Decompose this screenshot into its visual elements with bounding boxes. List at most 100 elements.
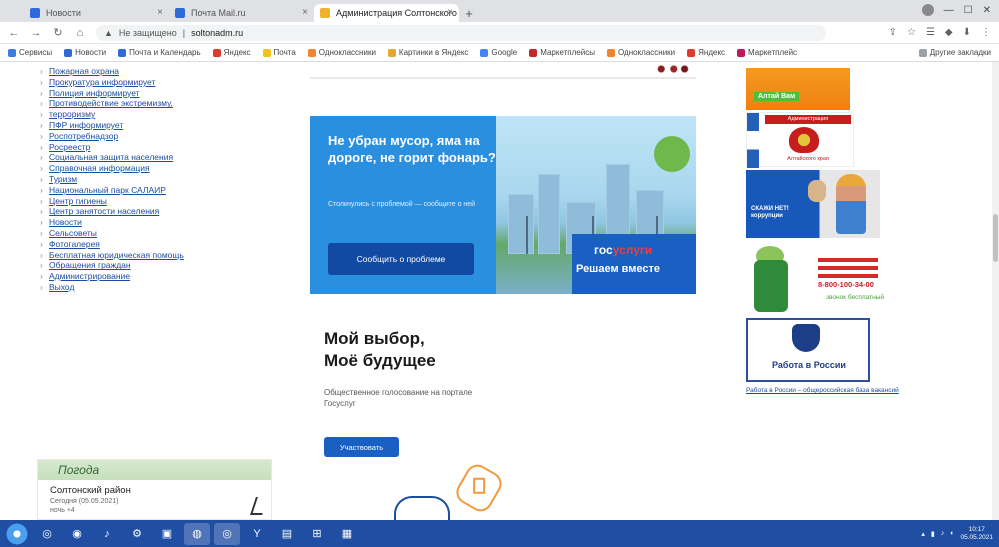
other-bookmarks[interactable]: Другие закладки [918, 48, 991, 57]
bookmark-item[interactable]: Одноклассники [606, 48, 675, 57]
taskbar-app-icon[interactable]: ♪ [94, 523, 120, 545]
bookmark-item[interactable]: Маркетплейс [737, 48, 797, 57]
new-tab-button[interactable]: + [459, 4, 479, 22]
taskbar-app-icon[interactable]: ▣ [154, 523, 180, 545]
forward-icon[interactable]: → [30, 27, 42, 39]
extension-icon[interactable]: ◆ [945, 27, 953, 38]
taskbar-app-icon[interactable]: Y [244, 523, 270, 545]
bookmark-item[interactable]: Новости [64, 48, 106, 57]
nav-link[interactable]: Бесплатная юридическая помощь [40, 250, 285, 261]
weather-header: Погода [38, 460, 271, 480]
gosuslugi-subtitle: Столкнулись с проблемой — сообщите о ней [328, 201, 476, 208]
tab-favicon-icon [175, 8, 185, 18]
taskbar-app-icon[interactable]: ◍ [184, 522, 210, 545]
taskbar-app-icon[interactable]: ◎ [214, 522, 240, 545]
nav-link[interactable]: Полиция информирует [40, 88, 285, 99]
bookmark-item[interactable]: Картинки в Яндекс [387, 48, 468, 57]
bookmark-item[interactable]: Почта [262, 48, 296, 57]
job-russia-link[interactable]: Работа в России – общероссийская база ва… [746, 387, 971, 394]
ad-banner-hotline[interactable]: 8-800-100-34-00 звонок бесплатный [746, 246, 891, 321]
profile-icon[interactable] [921, 4, 934, 16]
nav-link[interactable]: Новости [40, 217, 285, 228]
reload-icon[interactable]: ↻ [52, 26, 64, 39]
bookmark-item[interactable]: Маркетплейсы [529, 48, 595, 57]
close-tab-icon[interactable]: × [447, 7, 453, 18]
taskbar-app-icon[interactable]: ▦ [334, 523, 360, 545]
bookmark-item[interactable]: Почта и Календарь [118, 48, 201, 57]
bookmark-item[interactable]: Сервисы [8, 48, 52, 57]
nav-link[interactable]: Центр занятости населения [40, 206, 285, 217]
gosuslugi-banner[interactable]: Не убран мусор, яма на дороге, не горит … [310, 116, 696, 294]
close-tab-icon[interactable]: × [302, 7, 308, 18]
hotline-note: звонок бесплатный [826, 294, 884, 301]
bookmark-item[interactable]: Яндекс [687, 48, 725, 57]
system-clock[interactable]: 10:17 05.05.2021 [960, 526, 993, 542]
nav-link[interactable]: Росреестр [40, 142, 285, 153]
maximize-icon[interactable]: ☐ [964, 5, 973, 16]
close-icon[interactable]: ✕ [983, 5, 991, 16]
nav-link[interactable]: Центр гигиены [40, 196, 285, 207]
weather-temperature: ночь +4 [50, 507, 75, 514]
ad-banner-job-russia[interactable]: Работа в России [746, 318, 870, 382]
nav-link[interactable]: Выход [40, 282, 285, 293]
left-nav-menu: Пожарная охрана Прокуратура информирует … [40, 66, 285, 293]
minimize-icon[interactable]: — [944, 5, 954, 16]
download-icon[interactable]: ⬇ [963, 27, 971, 38]
ad-banner-altai[interactable]: Алтай Вам [746, 68, 850, 110]
reading-list-icon[interactable]: ☰ [926, 27, 935, 38]
bookmark-favicon-icon [480, 48, 489, 57]
participate-button[interactable]: Участвовать [324, 437, 399, 457]
bookmark-favicon-icon [687, 48, 696, 57]
network-icon[interactable]: ▮ [931, 530, 935, 538]
browser-tab-3[interactable]: Администрация Солтонского р… × [314, 4, 459, 22]
browser-tab-1[interactable]: Новости × [24, 4, 169, 22]
taskbar-app-icon[interactable]: ⚙ [124, 523, 150, 545]
tab-favicon-icon [30, 8, 40, 18]
nav-link[interactable]: Национальный парк САЛАИР [40, 185, 285, 196]
start-button[interactable] [4, 522, 30, 545]
top-banner-remnant[interactable] [310, 62, 696, 79]
close-tab-icon[interactable]: × [157, 7, 163, 18]
taskbar-app-icon[interactable]: ◎ [34, 523, 60, 545]
tray-arrow-icon[interactable]: ▴ [921, 530, 925, 538]
nav-link[interactable]: Прокуратура информирует [40, 77, 285, 88]
vote-card[interactable]: Мой выбор, Моё будущее Общественное голо… [310, 319, 506, 520]
taskbar-app-icon[interactable]: ▤ [274, 523, 300, 545]
tab-favicon-icon [320, 8, 330, 18]
home-icon[interactable]: ⌂ [74, 27, 86, 39]
bookmarks-bar: Сервисы Новости Почта и Календарь Яндекс… [0, 44, 999, 62]
nav-link[interactable]: Роспотребнадзор [40, 131, 285, 142]
nav-link[interactable]: Социальная защита населения [40, 152, 285, 163]
page-scrollbar[interactable] [992, 62, 999, 520]
scroll-thumb[interactable] [993, 214, 998, 262]
ad-banner-administration[interactable]: Администрация Алтайского края [746, 112, 854, 168]
nav-link[interactable]: Администрирование [40, 271, 285, 282]
nav-link[interactable]: Фотогалерея [40, 239, 285, 250]
weather-title: Погода [58, 463, 100, 477]
nav-link[interactable]: Обращения граждан [40, 260, 285, 271]
taskbar-app-icon[interactable]: ⊞ [304, 523, 330, 545]
nav-link[interactable]: Противодействие экстремизму, [40, 98, 285, 109]
bookmark-item[interactable]: Google [480, 48, 517, 57]
volume-icon[interactable]: ♪ [941, 530, 945, 537]
back-icon[interactable]: ← [8, 27, 20, 39]
address-bar[interactable]: ▲ Не защищено | soltonadm.ru [96, 24, 826, 41]
nav-link[interactable]: Туризм [40, 174, 285, 185]
share-icon[interactable]: ⇪ [889, 27, 897, 38]
language-icon[interactable]: ◐ [950, 530, 954, 537]
nav-link[interactable]: ПФР информирует [40, 120, 285, 131]
hotline-number: 8-800-100-34-00 [818, 280, 874, 289]
taskbar-app-icon[interactable]: ◉ [64, 523, 90, 545]
nav-link[interactable]: Справочная информация [40, 163, 285, 174]
bookmark-item[interactable]: Одноклассники [307, 48, 376, 57]
ad-banner-anticorruption[interactable]: СКАЖИ НЕТ! коррупции [746, 170, 880, 238]
weather-date: Сегодня (05.05.2021) [50, 498, 119, 505]
nav-link-continued[interactable]: терроризму [40, 109, 285, 120]
star-icon[interactable]: ☆ [907, 27, 916, 38]
menu-icon[interactable]: ⋮ [981, 27, 991, 38]
bookmark-item[interactable]: Яндекс [212, 48, 251, 57]
browser-tab-2[interactable]: Почта Mail.ru × [169, 4, 314, 22]
nav-link[interactable]: Пожарная охрана [40, 66, 285, 77]
nav-link[interactable]: Сельсоветы [40, 228, 285, 239]
report-problem-button[interactable]: Сообщить о проблеме [328, 243, 474, 275]
